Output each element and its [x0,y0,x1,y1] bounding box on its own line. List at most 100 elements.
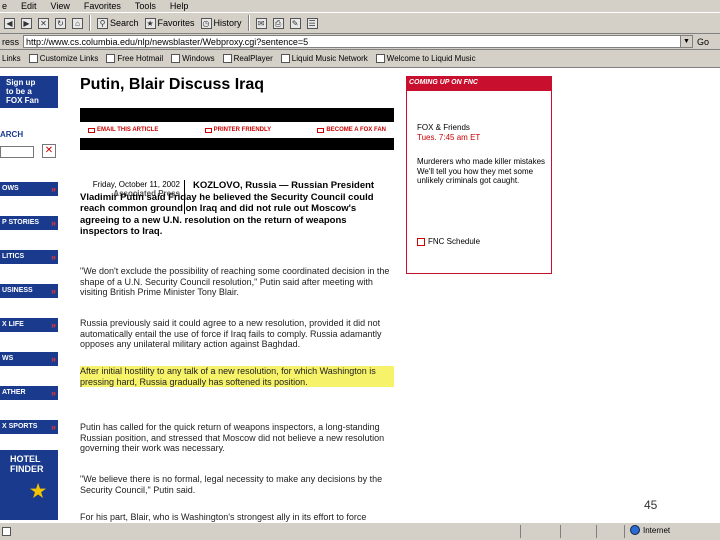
site-search-input[interactable] [0,146,34,158]
show-title: Murderers who made killer mistakes [417,157,546,166]
mail-button[interactable]: ✉ [255,17,267,29]
search-heading: ARCH [0,130,24,139]
search-button[interactable]: ⚲ Search [97,17,139,29]
email-article-link[interactable]: EMAIL THIS ARTICLE [88,127,158,133]
fnc-schedule-link[interactable]: FNC Schedule [417,237,480,246]
left-navigation: Sign up to be a FOX Fan ARCH ✕ OWS» P ST… [0,68,60,522]
stop-icon: ✕ [38,17,49,29]
history-button[interactable]: ◷ History [200,17,242,29]
menu-tools[interactable]: Tools [135,0,156,12]
edit-icon: ✎ [289,17,301,29]
page-icon [171,54,181,63]
back-arrow-icon: ◀ [4,17,15,29]
article-action-bar: EMAIL THIS ARTICLE PRINTER FRIENDLY BECO… [80,108,394,150]
email-icon [88,127,95,133]
home-button[interactable]: ⌂ [72,17,83,29]
address-url: http://www.cs.columbia.edu/nlp/newsblast… [26,37,309,47]
nav-fox-sports[interactable]: X SPORTS» [0,420,58,434]
standard-toolbar: ◀ ▶ ✕ ↻ ⌂ ⚲ Search ★ Favorites ◷ History ✉ … [0,12,720,34]
home-icon: ⌂ [72,17,83,29]
page-icon [28,54,38,63]
web-page: Sign up to be a FOX Fan ARCH ✕ OWS» P ST… [0,68,720,522]
status-divider [624,525,625,538]
menu-file[interactable]: e [2,0,7,12]
links-label: Links [2,54,21,63]
double-arrow-icon: » [50,252,56,262]
page-icon [280,54,290,63]
history-icon: ◷ [200,17,212,29]
discuss-button[interactable]: ☰ [306,17,318,29]
schedule-icon [417,237,425,246]
link-welcome-liquid-music[interactable]: Welcome to Liquid Music [375,54,476,63]
discuss-icon: ☰ [306,17,318,29]
page-done-icon [2,527,11,536]
back-button[interactable]: ◀ [4,17,15,29]
article-headline: Putin, Blair Discuss Iraq [80,76,265,93]
page-icon [375,54,385,63]
page-icon [106,54,116,63]
edit-button[interactable]: ✎ [289,17,301,29]
menu-help[interactable]: Help [170,0,189,12]
show-description: We'll tell you how they met some unlikel… [417,166,534,186]
favorites-label: Favorites [157,18,195,28]
hotel-finder-ad[interactable]: HOTEL FINDER ★ [0,450,58,520]
menu-favorites[interactable]: Favorites [84,0,121,12]
address-input[interactable]: http://www.cs.columbia.edu/nlp/newsblast… [23,35,694,48]
chevron-down-icon[interactable]: ▼ [680,36,693,47]
fox-fan-signup[interactable]: Sign up to be a FOX Fan [0,76,58,108]
show-fox-friends[interactable]: FOX & Friends Tues. 7:45 am ET [417,123,547,142]
link-windows[interactable]: Windows [171,54,215,63]
fnc-schedule-box: FOX & Friends Tues. 7:45 am ET Murderers… [406,90,552,274]
show-title: FOX & Friends [417,123,470,132]
status-divider [520,525,521,538]
search-label: Search [110,18,139,28]
zone-label: Internet [643,525,671,535]
history-label: History [213,18,242,28]
article-actions: EMAIL THIS ARTICLE PRINTER FRIENDLY BECO… [80,122,394,138]
refresh-button[interactable]: ↻ [55,17,66,29]
print-icon: ⎙ [272,17,284,29]
link-customize[interactable]: Customize Links [28,54,98,63]
status-divider [560,525,561,538]
menu-edit[interactable]: Edit [21,0,37,12]
nav-business[interactable]: USINESS» [0,284,58,298]
stop-button[interactable]: ✕ [38,17,49,29]
double-arrow-icon: » [50,218,56,228]
link-liquid-music-network[interactable]: Liquid Music Network [280,54,368,63]
article-lead: KOZLOVO, Russia — Russian President Vlad… [80,180,375,237]
go-button[interactable]: Go [697,37,709,47]
link-realplayer[interactable]: RealPlayer [222,54,273,63]
nav-views[interactable]: WS» [0,352,58,366]
double-arrow-icon: » [50,388,56,398]
search-go-button[interactable]: ✕ [42,144,56,158]
show-time: Tues. 7:45 am ET [417,132,481,142]
globe-icon [630,525,640,535]
nav-foxlife[interactable]: X LIFE» [0,318,58,332]
nav-weather[interactable]: ATHER» [0,386,58,400]
forward-arrow-icon: ▶ [21,17,32,29]
become-fox-fan-link[interactable]: BECOME A FOX FAN [317,127,386,133]
address-bar: ress http://www.cs.columbia.edu/nlp/news… [0,34,720,50]
toolbar-separator [89,15,91,31]
toolbar-separator [247,15,250,31]
status-bar: Internet [0,522,720,540]
menu-bar: e Edit View Favorites Tools Help [0,0,720,12]
printer-friendly-link[interactable]: PRINTER FRIENDLY [204,127,271,133]
article-paragraph: For his part, Blair, who is Washington's… [80,512,367,522]
link-hotmail[interactable]: Free Hotmail [106,54,163,63]
double-arrow-icon: » [50,286,56,296]
forward-button[interactable]: ▶ [21,17,32,29]
double-arrow-icon: » [50,422,56,432]
nav-top-stories[interactable]: P STORIES» [0,216,58,230]
security-zone: Internet [630,525,670,535]
double-arrow-icon: » [50,354,56,364]
search-icon: ⚲ [97,17,108,29]
show-murderers[interactable]: Murderers who made killer mistakes We'll… [417,157,547,186]
page-icon [222,54,232,63]
favorites-button[interactable]: ★ Favorites [144,17,195,29]
nav-news[interactable]: OWS» [0,182,58,196]
menu-view[interactable]: View [51,0,70,12]
print-button[interactable]: ⎙ [272,17,284,29]
nav-politics[interactable]: LITICS» [0,250,58,264]
status-divider [596,525,597,538]
